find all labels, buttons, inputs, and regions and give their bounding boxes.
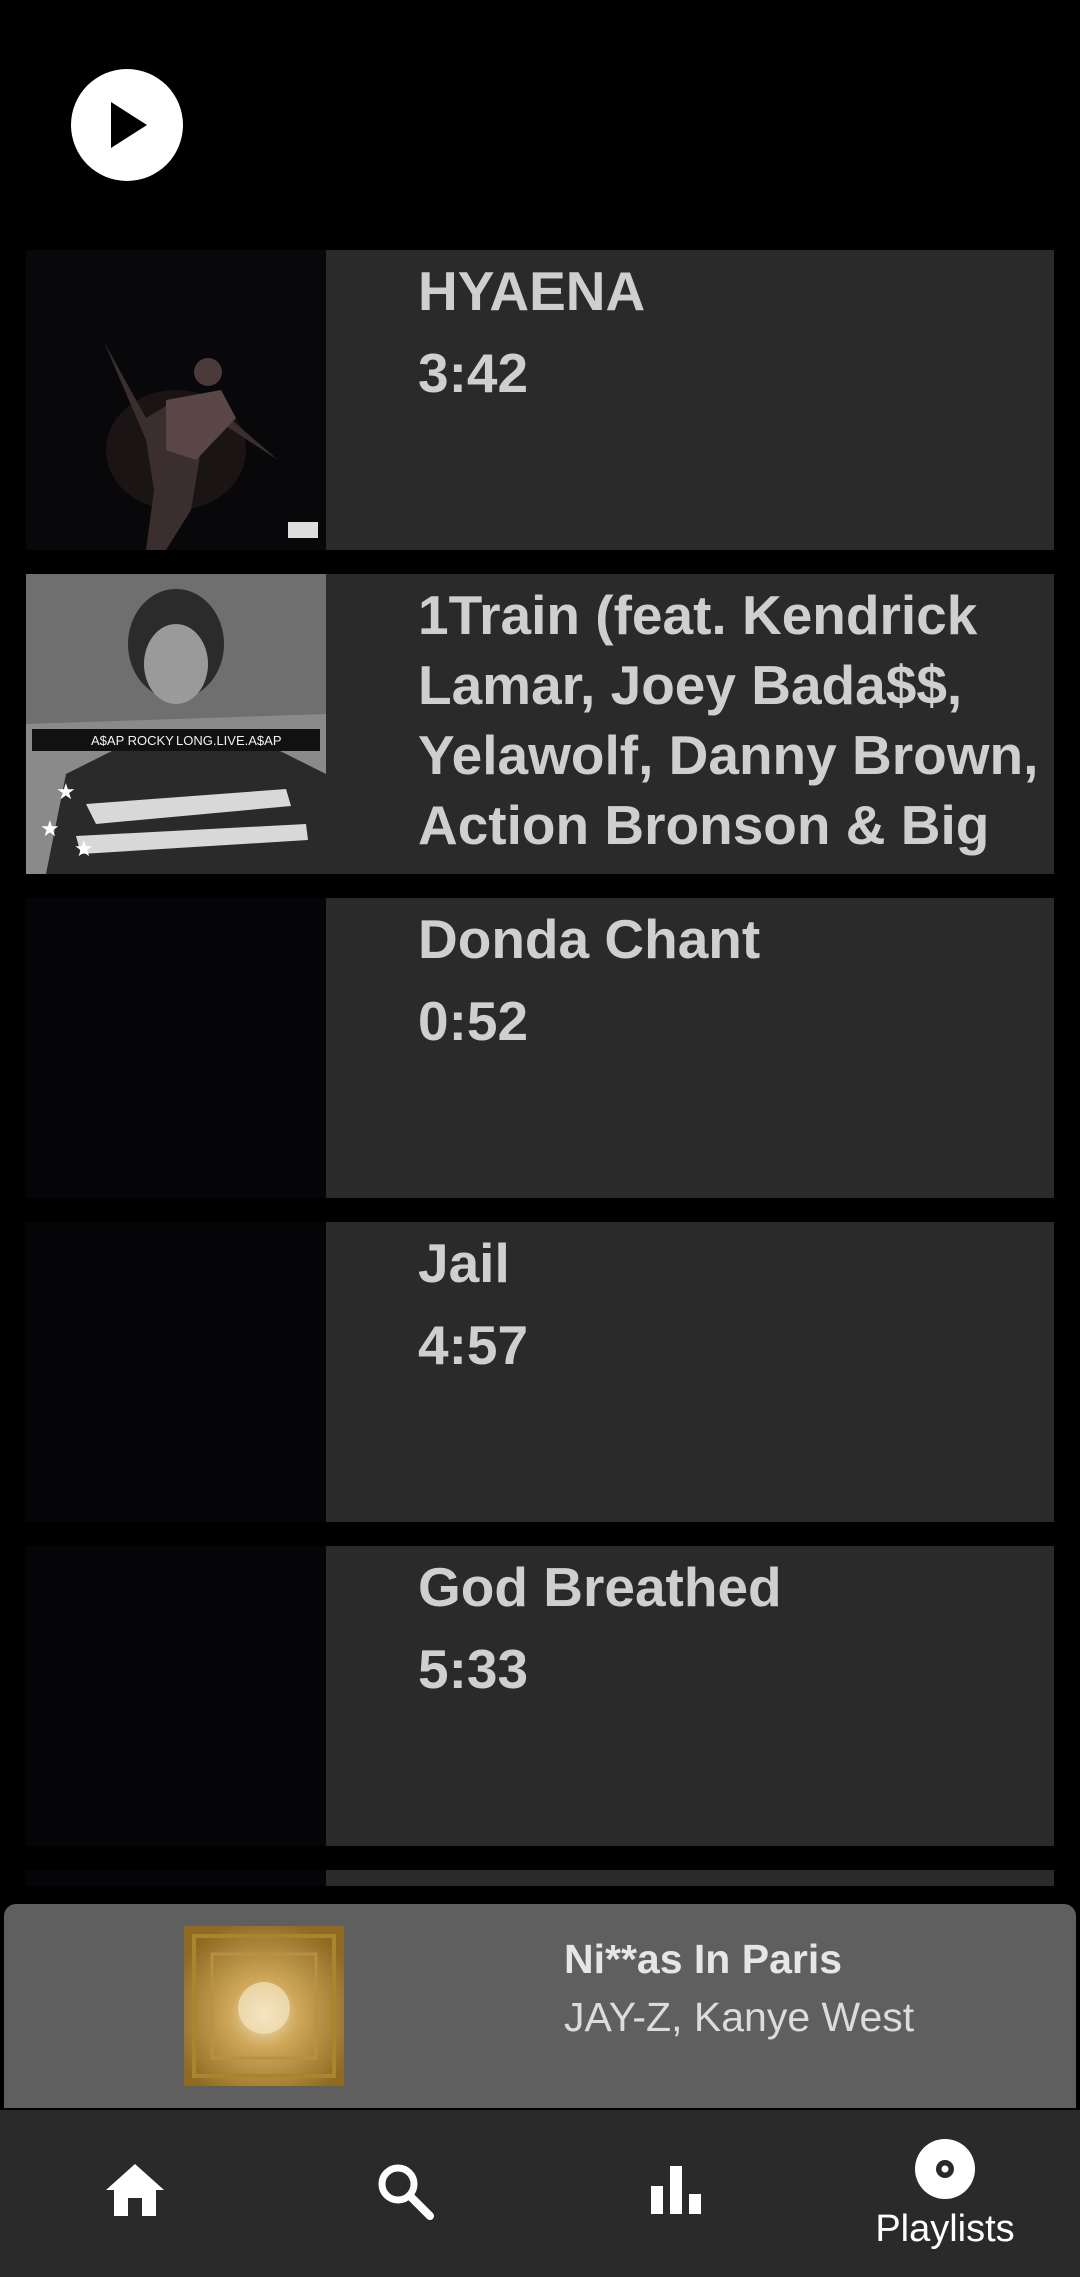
track-info: Jail 4:57 [326,1222,1054,1522]
nav-stats[interactable] [540,2110,810,2277]
album-art [26,898,326,1198]
play-all-button[interactable] [71,69,183,181]
nav-playlists-label: Playlists [875,2208,1015,2250]
track-title: Jail [418,1232,510,1294]
track-duration: 4:57 [418,1314,529,1376]
nav-search[interactable] [270,2110,540,2277]
now-playing-artist: JAY-Z, Kanye West [564,1994,915,2040]
album-art [26,1222,326,1522]
track-info: Donda Chant 0:52 [326,898,1054,1198]
track-row[interactable]: A$AP ROCKY LONG.LIVE.A$AP ★ ★ ★ 1Train (… [26,574,1054,874]
now-playing-title: Ni**as In Paris [564,1936,843,1982]
svg-text:★: ★ [74,836,94,861]
track-row[interactable]: Jail 4:57 [26,1222,1054,1522]
art-text-right: LONG.LIVE.A$AP [176,733,282,748]
search-icon [378,2164,434,2220]
now-playing-art [184,1926,344,2086]
track-title: HYAENA [418,260,646,322]
track-row[interactable]: God Breathed 5:33 [26,1546,1054,1846]
nav-home[interactable] [0,2110,270,2277]
track-duration: 0:52 [418,990,529,1052]
bottom-nav: Playlists [0,2110,1080,2277]
album-art: A$AP ROCKY LONG.LIVE.A$AP ★ ★ ★ [26,574,326,874]
track-duration: 5:33 [418,1638,529,1700]
track-title: Donda Chant [418,908,761,970]
track-row[interactable]: Donda Chant 0:52 [26,898,1054,1198]
play-icon [111,102,147,148]
track-info: HYAENA 3:42 [326,250,1054,550]
app-root: HYAENA 3:42 A$AP ROCKY LONG.LIVE.A$AP ★ … [0,0,1080,2277]
album-art [26,250,326,550]
now-playing-bar[interactable]: Ni**as In Paris JAY-Z, Kanye West [4,1904,1076,2108]
svg-text:★: ★ [56,779,76,804]
svg-text:★: ★ [40,816,60,841]
track-info: 1Train (feat. Kendrick Lamar, Joey Bada$… [326,574,1054,874]
track-row-partial[interactable] [26,1870,1054,1886]
track-duration: 3:42 [418,342,529,404]
nav-playlists[interactable]: Playlists [810,2110,1080,2277]
album-art [26,1870,326,1886]
bar-chart-icon [651,2166,701,2214]
home-icon [106,2164,164,2216]
track-title: God Breathed [418,1556,782,1618]
track-title: 1Train (feat. Kendrick Lamar, Joey Bada$… [418,584,1039,856]
art-text-left: A$AP ROCKY [91,733,174,748]
track-row[interactable]: HYAENA 3:42 [26,250,1054,550]
track-info [326,1870,1054,1886]
track-info: God Breathed 5:33 [326,1546,1054,1846]
album-art [26,1546,326,1846]
track-list[interactable]: HYAENA 3:42 A$AP ROCKY LONG.LIVE.A$AP ★ … [26,250,1054,1886]
disc-icon [915,2139,975,2199]
